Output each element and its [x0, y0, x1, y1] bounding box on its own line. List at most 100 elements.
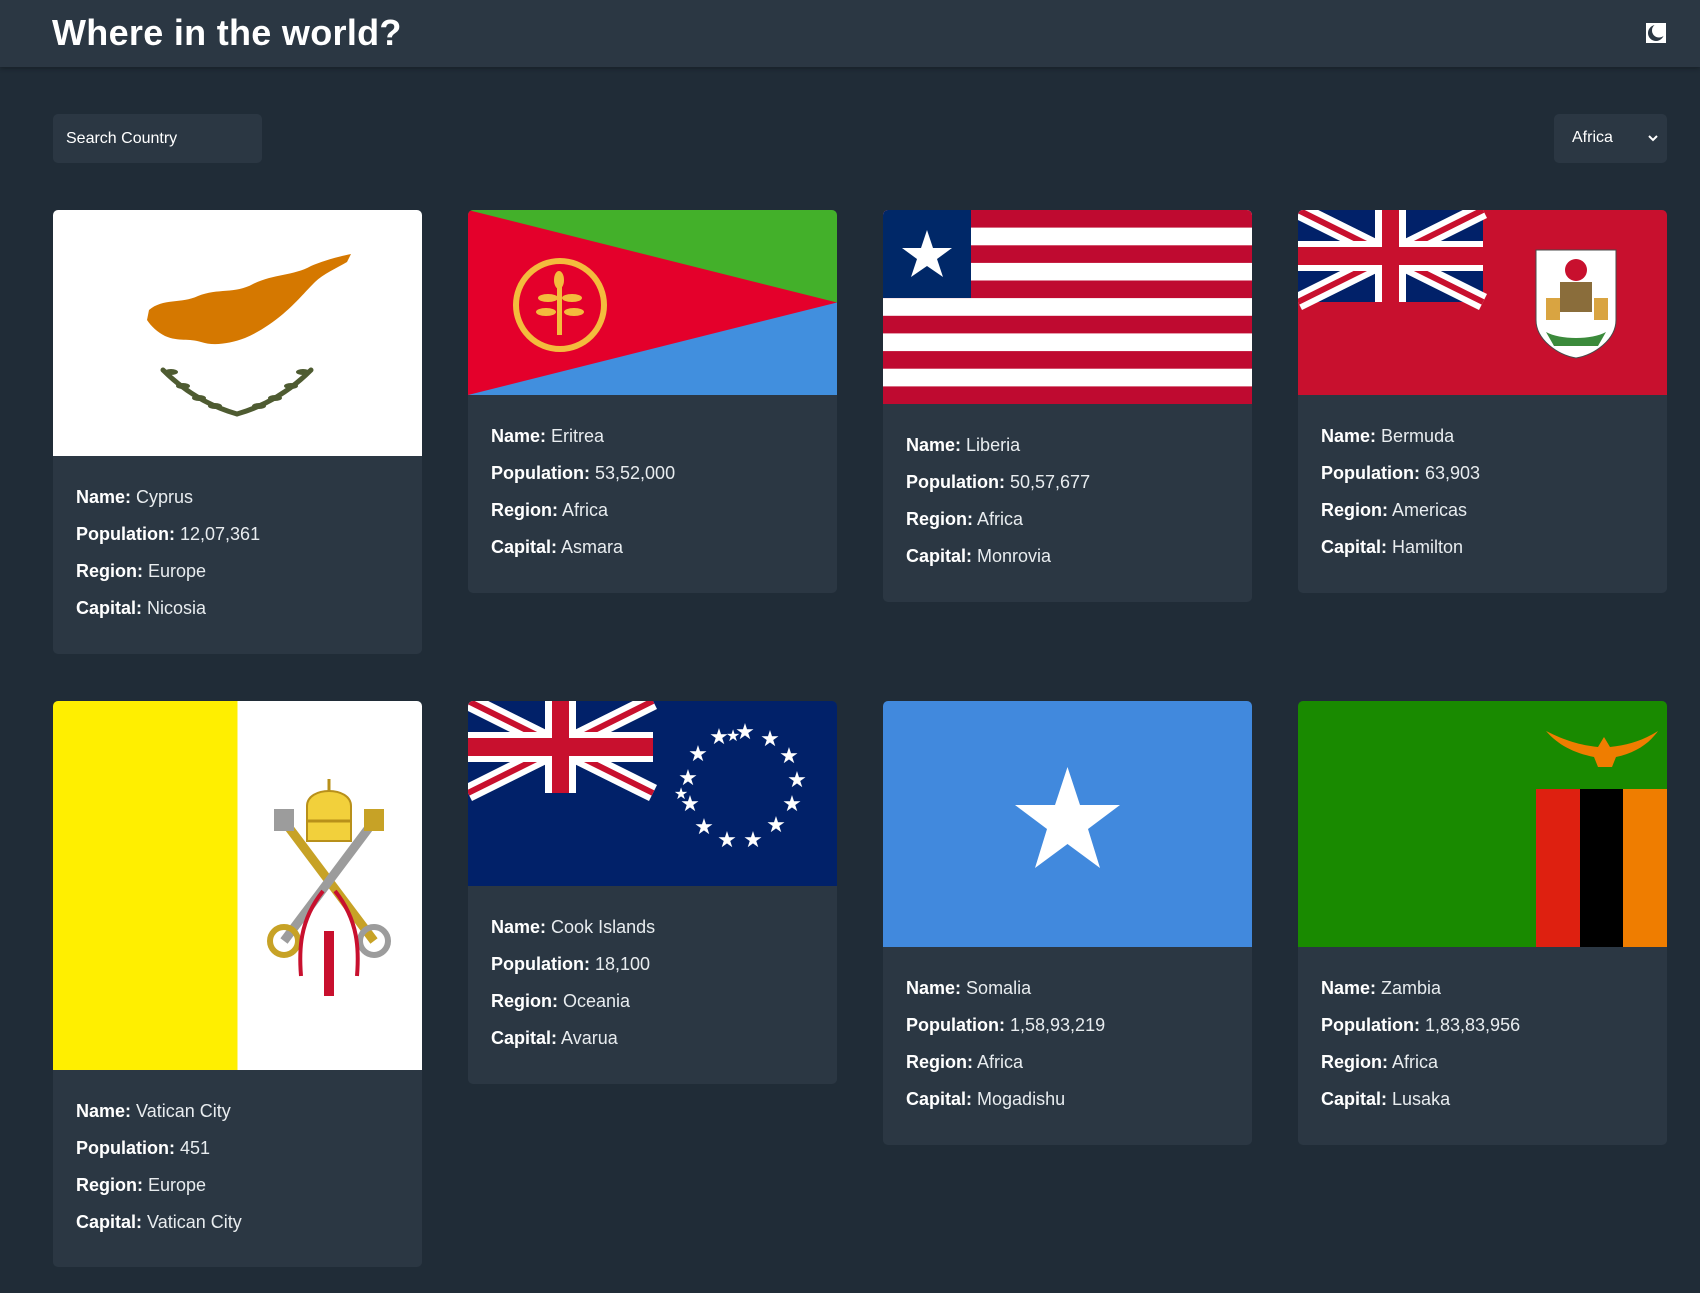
- liberia-flag: [883, 210, 1252, 404]
- name-value: Somalia: [966, 978, 1032, 998]
- country-population: Population: 451: [76, 1138, 242, 1175]
- country-capital: Capital: Hamilton: [1321, 537, 1480, 574]
- search-input[interactable]: [53, 114, 262, 163]
- svg-text:★: ★: [743, 828, 763, 853]
- population-value: 63,903: [1425, 463, 1481, 483]
- country-population: Population: 50,57,677: [906, 472, 1090, 509]
- name-value: Eritrea: [551, 426, 605, 446]
- country-region: Region: Africa: [1321, 1052, 1520, 1089]
- capital-value: Monrovia: [977, 546, 1052, 566]
- country-info: Name: Somalia Population: 1,58,93,219 Re…: [906, 978, 1105, 1126]
- population-value: 50,57,677: [1010, 472, 1091, 492]
- svg-text:★: ★: [674, 784, 688, 803]
- country-capital: Capital: Asmara: [491, 537, 675, 574]
- name-label: Name:: [491, 426, 547, 446]
- capital-label: Capital:: [906, 1089, 973, 1109]
- svg-text:★: ★: [779, 744, 799, 769]
- country-population: Population: 1,83,83,956: [1321, 1015, 1520, 1052]
- region-value: Europe: [148, 561, 207, 581]
- cyprus-flag: [53, 210, 422, 456]
- country-info: Name: Vatican City Population: 451 Regio…: [76, 1101, 242, 1249]
- country-capital: Capital: Nicosia: [76, 598, 260, 635]
- region-filter-value: Africa: [1572, 129, 1613, 146]
- app-header: Where in the world?: [0, 0, 1700, 67]
- svg-text:★: ★: [726, 726, 740, 745]
- country-card-eritrea[interactable]: Name: Eritrea Population: 53,52,000 Regi…: [468, 210, 837, 593]
- bermuda-flag: [1298, 210, 1667, 395]
- name-label: Name:: [76, 1101, 132, 1121]
- country-population: Population: 12,07,361: [76, 524, 260, 561]
- population-label: Population:: [76, 524, 175, 544]
- search-box[interactable]: [53, 114, 262, 163]
- svg-text:★: ★: [694, 815, 714, 840]
- region-label: Region:: [1321, 500, 1388, 520]
- country-name: Name: Somalia: [906, 978, 1105, 1015]
- name-label: Name:: [906, 978, 962, 998]
- country-name: Name: Vatican City: [76, 1101, 242, 1138]
- population-value: 1,83,83,956: [1425, 1015, 1521, 1035]
- country-card-cyprus[interactable]: Name: Cyprus Population: 12,07,361 Regio…: [53, 210, 422, 654]
- region-label: Region:: [906, 1052, 973, 1072]
- cook-islands-flag: ★ ★ ★ ★ ★ ★ ★ ★ ★ ★ ★ ★ ★ ★ ★: [468, 701, 837, 886]
- country-region: Region: Africa: [491, 500, 675, 537]
- region-value: Europe: [148, 1175, 207, 1195]
- country-info: Name: Bermuda Population: 63,903 Region:…: [1321, 426, 1480, 574]
- country-region: Region: Europe: [76, 561, 260, 598]
- region-filter-select[interactable]: Africa: [1554, 114, 1667, 163]
- country-info: Name: Zambia Population: 1,83,83,956 Reg…: [1321, 978, 1520, 1126]
- name-value: Vatican City: [136, 1101, 231, 1121]
- zambia-flag: [1298, 701, 1667, 947]
- population-label: Population:: [1321, 1015, 1420, 1035]
- svg-text:★: ★: [787, 768, 807, 793]
- region-label: Region:: [491, 991, 558, 1011]
- name-label: Name:: [491, 917, 547, 937]
- country-capital: Capital: Mogadishu: [906, 1089, 1105, 1126]
- region-label: Region:: [76, 1175, 143, 1195]
- population-value: 12,07,361: [180, 524, 261, 544]
- svg-text:★: ★: [760, 727, 780, 752]
- capital-value: Nicosia: [147, 598, 207, 618]
- country-card-somalia[interactable]: Name: Somalia Population: 1,58,93,219 Re…: [883, 701, 1252, 1145]
- country-capital: Capital: Monrovia: [906, 546, 1090, 583]
- country-card-vatican-city[interactable]: Name: Vatican City Population: 451 Regio…: [53, 701, 422, 1267]
- capital-label: Capital:: [76, 1212, 143, 1232]
- country-region: Region: Oceania: [491, 991, 655, 1028]
- capital-label: Capital:: [491, 1028, 558, 1048]
- population-value: 18,100: [595, 954, 651, 974]
- region-label: Region:: [491, 500, 558, 520]
- country-region: Region: Americas: [1321, 500, 1480, 537]
- capital-value: Mogadishu: [977, 1089, 1066, 1109]
- population-label: Population:: [491, 954, 590, 974]
- capital-value: Hamilton: [1392, 537, 1464, 557]
- country-card-liberia[interactable]: Name: Liberia Population: 50,57,677 Regi…: [883, 210, 1252, 602]
- country-population: Population: 18,100: [491, 954, 655, 991]
- region-value: Africa: [977, 1052, 1024, 1072]
- country-population: Population: 63,903: [1321, 463, 1480, 500]
- capital-label: Capital:: [76, 598, 143, 618]
- country-capital: Capital: Vatican City: [76, 1212, 242, 1249]
- country-info: Name: Liberia Population: 50,57,677 Regi…: [906, 435, 1090, 583]
- country-population: Population: 1,58,93,219: [906, 1015, 1105, 1052]
- region-label: Region:: [1321, 1052, 1388, 1072]
- svg-text:★: ★: [717, 828, 737, 853]
- region-label: Region:: [906, 509, 973, 529]
- country-card-cook-islands[interactable]: ★ ★ ★ ★ ★ ★ ★ ★ ★ ★ ★ ★ ★ ★ ★ Name: Cook…: [468, 701, 837, 1084]
- name-value: Liberia: [966, 435, 1021, 455]
- name-label: Name:: [1321, 426, 1377, 446]
- name-label: Name:: [906, 435, 962, 455]
- name-label: Name:: [76, 487, 132, 507]
- country-card-zambia[interactable]: Name: Zambia Population: 1,83,83,956 Reg…: [1298, 701, 1667, 1145]
- country-capital: Capital: Avarua: [491, 1028, 655, 1065]
- country-card-bermuda[interactable]: Name: Bermuda Population: 63,903 Region:…: [1298, 210, 1667, 593]
- eritrea-flag: [468, 210, 837, 395]
- country-name: Name: Bermuda: [1321, 426, 1480, 463]
- region-label: Region:: [76, 561, 143, 581]
- vatican-flag: [53, 701, 422, 1070]
- capital-value: Avarua: [561, 1028, 618, 1048]
- country-population: Population: 53,52,000: [491, 463, 675, 500]
- capital-label: Capital:: [491, 537, 558, 557]
- half-moon-icon[interactable]: [1645, 22, 1667, 44]
- country-name: Name: Liberia: [906, 435, 1090, 472]
- capital-value: Vatican City: [147, 1212, 242, 1232]
- name-value: Bermuda: [1381, 426, 1455, 446]
